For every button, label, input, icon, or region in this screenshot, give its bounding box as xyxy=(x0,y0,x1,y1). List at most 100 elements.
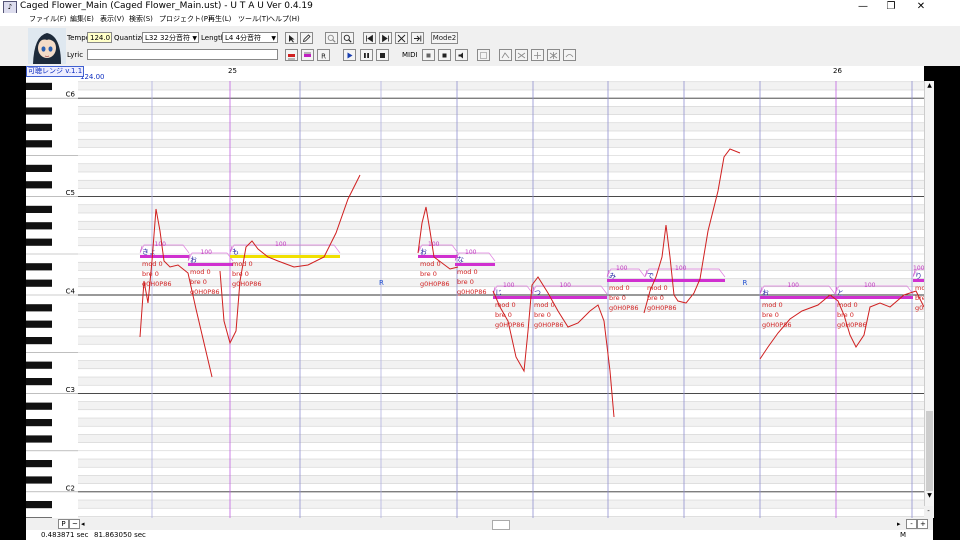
length-value: L4 4分音符 xyxy=(225,34,262,42)
black-key xyxy=(26,378,52,386)
envelope-icon[interactable] xyxy=(301,49,314,61)
zoom-out-icon[interactable] xyxy=(341,32,354,44)
note-lyric: お xyxy=(420,248,427,256)
scroll-right-icon[interactable]: ▸ xyxy=(897,519,905,529)
horizontal-scrollbar[interactable] xyxy=(26,518,933,530)
black-key xyxy=(26,123,52,131)
chevron-down-icon: ▼ xyxy=(192,35,197,42)
play-icon[interactable] xyxy=(343,49,356,61)
lyric-input[interactable] xyxy=(87,49,278,60)
singer-avatar[interactable] xyxy=(28,28,66,64)
piano-keyboard[interactable]: C6 C5 C4 C3 C2 xyxy=(26,81,78,518)
pitch-row xyxy=(78,196,924,205)
pitch-row xyxy=(78,90,924,99)
black-key xyxy=(26,140,52,148)
rest-icon[interactable]: R xyxy=(317,49,330,61)
note-param: bre 0 xyxy=(762,311,779,319)
pitch-row xyxy=(78,336,924,345)
audible-range-label[interactable]: 可聴レンジ v.1.1 xyxy=(26,66,85,77)
length-select[interactable]: L4 4分音符 ▼ xyxy=(222,32,278,43)
menu-file[interactable]: ファイル(F) xyxy=(29,13,67,26)
pitch-tool-5-icon[interactable] xyxy=(563,49,576,61)
plugin-icon[interactable] xyxy=(477,49,490,61)
status-bar xyxy=(26,530,933,540)
jump-end-icon[interactable] xyxy=(379,32,392,44)
pitch-tool-2-icon[interactable] xyxy=(515,49,528,61)
note-param: bre 0 xyxy=(609,294,626,302)
split-icon[interactable] xyxy=(395,32,408,44)
scroll-down-icon[interactable]: ▼ xyxy=(925,491,934,500)
pitch-row xyxy=(78,475,924,484)
note-lyric: み xyxy=(609,272,616,280)
measure-number: 26 xyxy=(833,67,842,75)
pitch-row xyxy=(78,204,924,213)
zoom-horizontal-minus[interactable]: - xyxy=(906,519,917,529)
menu-play[interactable]: 再生(L) xyxy=(208,13,231,26)
black-key xyxy=(26,263,52,271)
velocity-label: 100 xyxy=(465,249,477,256)
scroll-left-icon[interactable]: ◂ xyxy=(81,519,89,529)
midi-record-icon[interactable] xyxy=(438,49,451,61)
pitch-row xyxy=(78,229,924,238)
tempo-input[interactable]: 124.0 xyxy=(87,32,112,43)
note-param: bre 0 xyxy=(534,311,551,319)
pitch-row xyxy=(78,508,924,517)
pitch-tool-3-icon[interactable] xyxy=(531,49,544,61)
pitch-row xyxy=(78,155,924,164)
black-key xyxy=(26,419,52,427)
note-param: bre 0 xyxy=(420,270,437,278)
menu-view[interactable]: 表示(V) xyxy=(100,13,124,26)
pitch-mode-tilde-button[interactable]: ~ xyxy=(69,519,80,529)
stop-icon[interactable] xyxy=(376,49,389,61)
menu-help[interactable]: ヘルプ(H) xyxy=(268,13,300,26)
zoom-vertical-minus[interactable]: - xyxy=(924,506,933,517)
note-param: g0H0P86 xyxy=(837,321,866,329)
vertical-scroll-thumb[interactable] xyxy=(926,411,933,491)
select-tool-icon[interactable] xyxy=(285,32,298,44)
pencil-tool-icon[interactable] xyxy=(300,32,313,44)
black-key xyxy=(26,279,52,287)
maximize-button[interactable]: ❐ xyxy=(876,0,906,13)
measure-ruler[interactable] xyxy=(26,66,924,81)
shift-icon[interactable] xyxy=(411,32,424,44)
black-key xyxy=(26,164,52,172)
jump-start-icon[interactable] xyxy=(363,32,376,44)
pitch-row xyxy=(78,393,924,402)
zoom-horizontal-plus[interactable]: + xyxy=(917,519,928,529)
note-lyric: も xyxy=(232,248,239,256)
pitch-tool-1-icon[interactable] xyxy=(499,49,512,61)
pause-icon[interactable] xyxy=(360,49,373,61)
close-button[interactable]: ✕ xyxy=(906,0,936,13)
horizontal-scroll-thumb[interactable] xyxy=(492,520,510,530)
pitch-row xyxy=(78,327,924,336)
pitch-row xyxy=(78,106,924,115)
pitch-mode-p-button[interactable]: P xyxy=(58,519,69,529)
pitch-row xyxy=(78,377,924,386)
note-param: mod 0 xyxy=(762,301,783,309)
cursor-time: 0.483871 sec xyxy=(41,531,89,539)
menu-tools[interactable]: ツール(T) xyxy=(238,13,269,26)
black-key xyxy=(26,304,52,312)
menu-edit[interactable]: 編集(E) xyxy=(70,13,94,26)
piano-roll[interactable]: /100 きょ mod 0 bre 0 g0H0P86/100 お mod 0 bre 0 g0… xyxy=(78,81,924,518)
menu-project[interactable]: プロジェクト(P) xyxy=(159,13,211,26)
note-param: g0H0P86 xyxy=(609,304,638,312)
pitch-row xyxy=(78,81,924,90)
minimize-button[interactable]: — xyxy=(848,0,878,13)
pitch-tool-4-icon[interactable] xyxy=(547,49,560,61)
zoom-in-icon[interactable] xyxy=(325,32,338,44)
pitch-row xyxy=(78,147,924,156)
scroll-up-icon[interactable]: ▲ xyxy=(925,81,934,90)
note-bar xyxy=(645,279,725,282)
midi-stop-icon[interactable] xyxy=(422,49,435,61)
menu-search[interactable]: 検索(S) xyxy=(129,13,153,26)
mode2-button[interactable]: Mode2 xyxy=(431,32,458,44)
pitch-row xyxy=(78,139,924,148)
speaker-icon[interactable] xyxy=(455,49,468,61)
quantize-label: Quantize xyxy=(114,34,146,42)
pitch-row xyxy=(78,114,924,123)
note-property-icon[interactable] xyxy=(285,49,298,61)
vertical-scrollbar[interactable]: ▲ ▼ xyxy=(924,81,934,518)
quantize-select[interactable]: L32 32分音符 ▼ xyxy=(142,32,199,43)
pitch-row xyxy=(78,360,924,369)
